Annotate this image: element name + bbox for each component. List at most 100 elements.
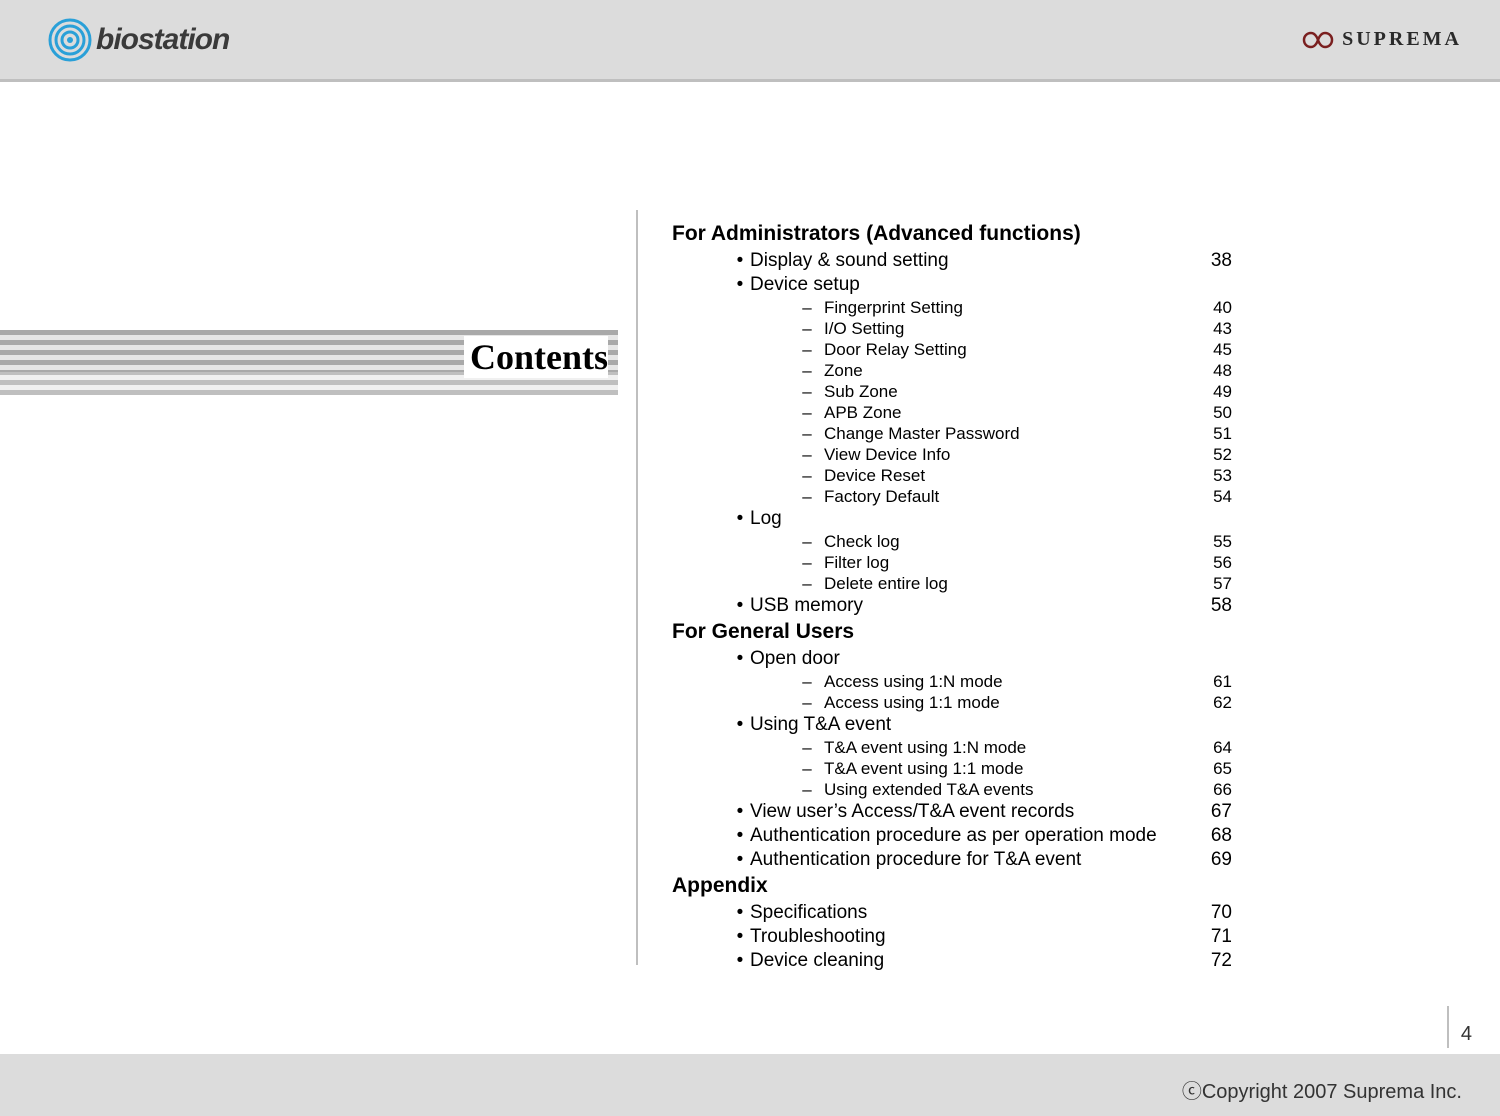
bullet-icon: •: [730, 713, 750, 737]
toc-item-l2: –Fingerprint Setting40: [672, 297, 1232, 318]
toc-column: For Administrators (Advanced functions) •…: [672, 220, 1232, 973]
dash-icon: –: [800, 758, 814, 779]
bullet-icon: •: [730, 901, 750, 925]
toc-item-l1: •Log: [672, 507, 1232, 531]
toc-item-l1: •View user’s Access/T&A event records67: [672, 800, 1232, 824]
toc-subitem-page: 61: [1192, 671, 1232, 692]
dash-icon: –: [800, 360, 814, 381]
header-bar: biostation SUPREMA: [0, 0, 1500, 82]
toc-subitem-label: Door Relay Setting: [814, 339, 1192, 360]
page-number-divider: [1447, 1006, 1449, 1048]
toc-subitem-label: I/O Setting: [814, 318, 1192, 339]
toc-item-label: Using T&A event: [750, 713, 1192, 737]
toc-subitem-page: 53: [1192, 465, 1232, 486]
toc-subitem-label: Check log: [814, 531, 1192, 552]
dash-icon: –: [800, 423, 814, 444]
page-root: biostation SUPREMA Contents For Administ…: [0, 0, 1500, 1116]
toc-subitem-label: Zone: [814, 360, 1192, 381]
toc-subitem-label: Filter log: [814, 552, 1192, 573]
footer-copyright: ⓒCopyright 2007 Suprema Inc.: [1182, 1075, 1462, 1104]
toc-subitem-page: 62: [1192, 692, 1232, 713]
toc-item-l2: –T&A event using 1:N mode64: [672, 737, 1232, 758]
vertical-divider: [636, 210, 638, 965]
toc-item-label: View user’s Access/T&A event records: [750, 800, 1192, 824]
bullet-icon: •: [730, 594, 750, 618]
bullet-icon: •: [730, 273, 750, 297]
toc-item-l2: –Change Master Password51: [672, 423, 1232, 444]
toc-item-l2: –Delete entire log57: [672, 573, 1232, 594]
toc-item-label: USB memory: [750, 594, 1192, 618]
toc-item-l2: –Factory Default54: [672, 486, 1232, 507]
logo-left-text: biostation: [96, 23, 229, 57]
bullet-icon: •: [730, 249, 750, 273]
toc-subitem-label: Change Master Password: [814, 423, 1192, 444]
bullet-icon: •: [730, 925, 750, 949]
toc-item-l1: •Device cleaning72: [672, 949, 1232, 973]
dash-icon: –: [800, 779, 814, 800]
dash-icon: –: [800, 318, 814, 339]
toc-subitem-label: T&A event using 1:1 mode: [814, 758, 1192, 779]
toc-item-l1: •Display & sound setting38: [672, 249, 1232, 273]
toc-item-l2: –T&A event using 1:1 mode65: [672, 758, 1232, 779]
dash-icon: –: [800, 465, 814, 486]
toc-subitem-label: T&A event using 1:N mode: [814, 737, 1192, 758]
toc-section-title: For General Users: [672, 620, 1232, 644]
dash-icon: –: [800, 531, 814, 552]
toc-item-page: 71: [1192, 925, 1232, 949]
toc-subitem-label: Fingerprint Setting: [814, 297, 1192, 318]
footer: 4 ⓒCopyright 2007 Suprema Inc.: [0, 1016, 1500, 1116]
toc-item-label: Display & sound setting: [750, 249, 1192, 273]
infinity-icon: [1300, 28, 1336, 52]
toc-item-l2: –View Device Info52: [672, 444, 1232, 465]
toc-item-page: 70: [1192, 901, 1232, 925]
toc-item-label: Device cleaning: [750, 949, 1192, 973]
toc-item-l1: •Open door: [672, 647, 1232, 671]
toc-subitem-page: 66: [1192, 779, 1232, 800]
toc-item-page: 72: [1192, 949, 1232, 973]
toc-subitem-page: 45: [1192, 339, 1232, 360]
dash-icon: –: [800, 297, 814, 318]
dash-icon: –: [800, 381, 814, 402]
bullet-icon: •: [730, 949, 750, 973]
toc-subitem-label: Access using 1:N mode: [814, 671, 1192, 692]
logo-right-text: SUPREMA: [1342, 28, 1462, 51]
toc-subitem-label: Device Reset: [814, 465, 1192, 486]
toc-subitem-page: 51: [1192, 423, 1232, 444]
bullet-icon: •: [730, 800, 750, 824]
toc-item-l2: –Access using 1:1 mode62: [672, 692, 1232, 713]
toc-subitem-label: APB Zone: [814, 402, 1192, 423]
toc-item-label: Device setup: [750, 273, 1192, 297]
bullet-icon: •: [730, 824, 750, 848]
toc-item-l2: –Using extended T&A events66: [672, 779, 1232, 800]
toc-item-l2: –Access using 1:N mode61: [672, 671, 1232, 692]
toc-item-page: 58: [1192, 594, 1232, 618]
toc-item-label: Log: [750, 507, 1192, 531]
dash-icon: –: [800, 671, 814, 692]
dash-icon: –: [800, 339, 814, 360]
toc-item-l1: •USB memory58: [672, 594, 1232, 618]
toc-item-page: 38: [1192, 249, 1232, 273]
toc-item-l2: –Device Reset53: [672, 465, 1232, 486]
toc-subitem-page: 56: [1192, 552, 1232, 573]
page-number: 4: [1461, 1023, 1472, 1048]
bullet-icon: •: [730, 507, 750, 531]
dash-icon: –: [800, 692, 814, 713]
toc-subitem-label: Using extended T&A events: [814, 779, 1192, 800]
toc-section-title: Appendix: [672, 874, 1232, 898]
page-number-box: 4: [1447, 1006, 1472, 1048]
dash-icon: –: [800, 486, 814, 507]
toc-section-title: For Administrators (Advanced functions): [672, 222, 1232, 246]
toc-subitem-page: 57: [1192, 573, 1232, 594]
toc-item-l1: •Authentication procedure as per operati…: [672, 824, 1232, 848]
toc-item-l1: •Troubleshooting71: [672, 925, 1232, 949]
dash-icon: –: [800, 573, 814, 594]
toc-subitem-label: Access using 1:1 mode: [814, 692, 1192, 713]
toc-item-page: 69: [1192, 848, 1232, 872]
toc-item-l2: –I/O Setting43: [672, 318, 1232, 339]
bullet-icon: •: [730, 647, 750, 671]
toc-subitem-label: Sub Zone: [814, 381, 1192, 402]
toc-subitem-page: 43: [1192, 318, 1232, 339]
dash-icon: –: [800, 737, 814, 758]
toc-item-l1: •Specifications70: [672, 901, 1232, 925]
toc-item-l2: –Door Relay Setting45: [672, 339, 1232, 360]
